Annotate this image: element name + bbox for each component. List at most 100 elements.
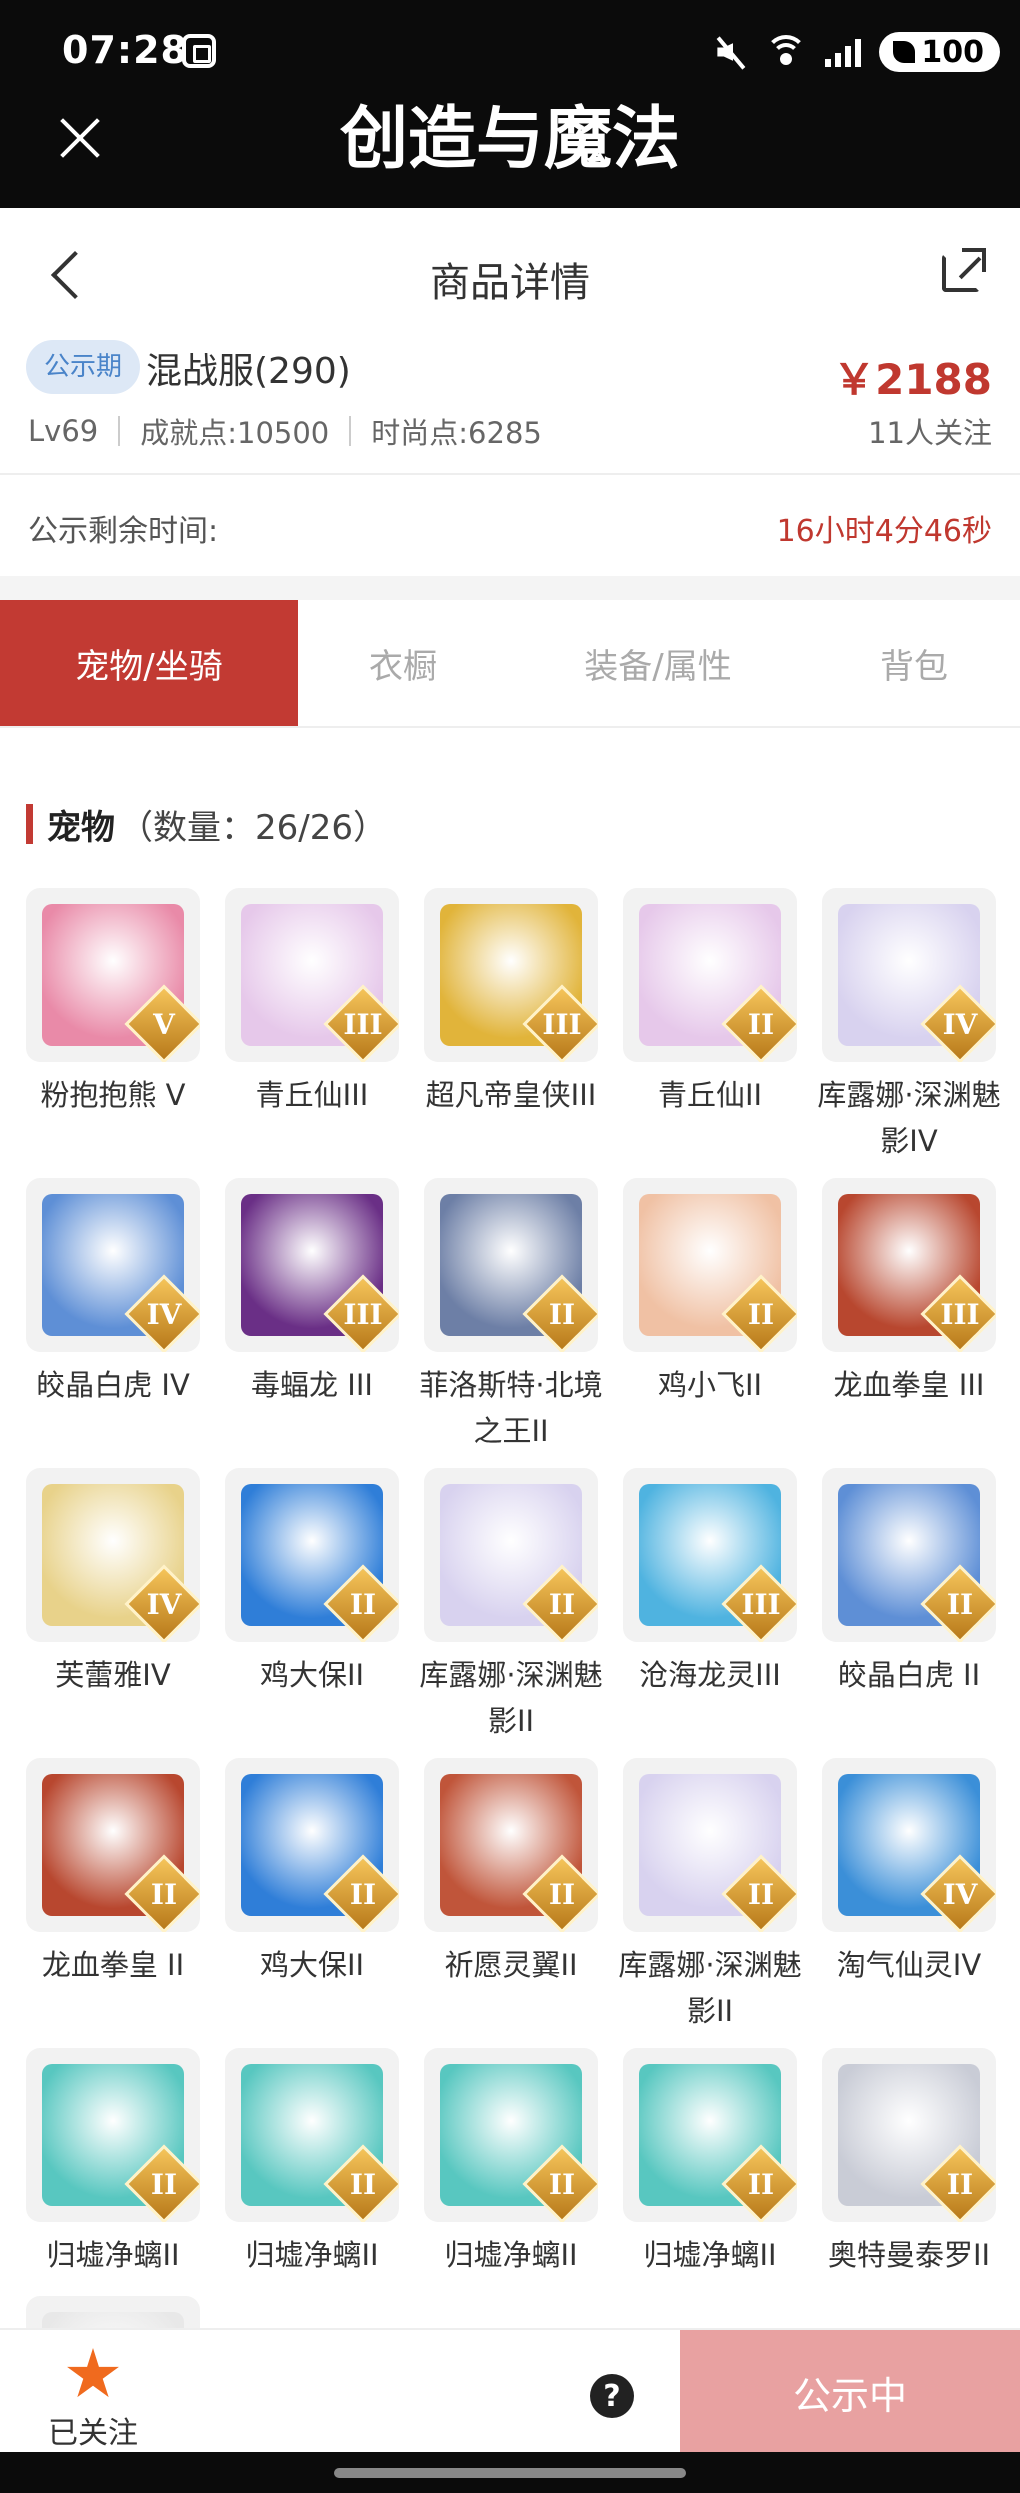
tab-equipment[interactable]: 装备/属性 [508,600,808,726]
pet-name: 库露娜·深渊魅影IV [817,1078,1001,1158]
rank-numeral: II [747,1007,775,1041]
pet-name: 奥特曼泰罗II [827,2238,991,2272]
system-nav-bar [0,2452,1020,2493]
pet-thumbnail: II [623,2048,797,2222]
pet-thumbnail: II [225,1468,399,1642]
pet-name: 祈愿灵翼II [444,1948,578,1982]
pet-name: 芙蕾雅IV [55,1658,171,1692]
remaining-time-value: 16小时4分46秒 [776,514,992,549]
pet-name: 库露娜·深渊魅影II [618,1948,802,2028]
app-title: 创造与魔法 [339,100,680,179]
pet-name: 归墟净螭II [46,2238,180,2272]
level: Lv69 [28,414,99,448]
share-icon[interactable] [942,248,986,292]
pet-thumbnail: II [424,1468,598,1642]
rank-numeral: III [343,1297,383,1331]
rank-numeral: IV [942,1877,978,1911]
pet-thumbnail: IV [26,1468,200,1642]
pet-thumbnail: IV [822,1758,996,1932]
rank-numeral: II [946,1587,974,1621]
pet-name: 鸡大保II [259,1658,365,1692]
pet-thumbnail: II [424,1758,598,1932]
pet-thumbnail: II [26,1758,200,1932]
section-count: （数量：26/26） [119,807,387,848]
pet-name: 鸡大保II [259,1948,365,1982]
rank-numeral: II [349,1587,377,1621]
pet-thumbnail: II [822,1468,996,1642]
divider [118,416,121,446]
screenshot-icon [182,34,216,68]
pet-name: 淘气仙灵IV [836,1948,982,1982]
home-indicator[interactable] [334,2468,686,2478]
pet-thumbnail: II [424,2048,598,2222]
bottom-bar: 已关注 ? 公示中 [0,2328,1020,2454]
pet-name: 皎晶白虎 II [837,1658,981,1692]
remaining-time-label: 公示剩余时间: [28,514,219,549]
rank-numeral: IV [146,1587,182,1621]
announce-button[interactable]: 公示中 [680,2330,1020,2454]
pet-thumbnail: II [225,2048,399,2222]
battery-indicator: 100 [879,32,1000,72]
pet-name: 菲洛斯特·北境之王II [419,1368,603,1448]
page-header: 商品详情 [0,208,1020,338]
rank-numeral: III [343,1007,383,1041]
pet-thumbnail: V [26,888,200,1062]
section-gap [0,576,1020,600]
pet-thumbnail: II [822,2048,996,2222]
pet-name: 皎晶白虎 IV [36,1368,190,1402]
pet-name: 库露娜·深渊魅影II [419,1658,603,1738]
rank-numeral: II [747,2167,775,2201]
help-icon[interactable]: ? [590,2374,634,2418]
rank-numeral: II [548,1587,576,1621]
pet-name: 归墟净螭II [444,2238,578,2272]
rank-numeral: IV [146,1297,182,1331]
pet-thumbnail: IV [822,888,996,1062]
tab-pets-mounts[interactable]: 宠物/坐骑 [0,600,298,726]
status-indicators: 100 [713,30,1000,74]
pet-thumbnail: III [225,888,399,1062]
followed-label[interactable]: 已关注 [48,2408,138,2452]
tab-wardrobe[interactable]: 衣橱 [298,600,508,726]
pet-thumbnail: II [623,1178,797,1352]
battery-level: 100 [921,34,984,70]
rank-numeral: III [542,1007,582,1041]
pet-name: 粉抱抱熊 V [40,1078,186,1112]
pet-name: 沧海龙灵III [639,1658,781,1692]
star-icon[interactable] [67,2348,119,2398]
rank-numeral: II [946,2167,974,2201]
tab-backpack[interactable]: 背包 [808,600,1020,726]
top-bar: 07:28 100 创造与魔法 [0,0,1020,208]
pet-name: 青丘仙II [657,1078,763,1112]
server-name: 混战服(290) [146,351,351,392]
rank-numeral: II [548,1297,576,1331]
rank-numeral: II [548,1877,576,1911]
rank-numeral: II [349,2167,377,2201]
rank-numeral: III [741,1587,781,1621]
pet-thumbnail: II [26,2048,200,2222]
pet-name: 龙血拳皇 II [41,1948,185,1982]
pet-thumbnail: II [623,1758,797,1932]
remaining-time-row: 公示剩余时间: 16小时4分46秒 [0,476,1020,576]
status-time: 07:28 [62,28,188,72]
signal-icon [825,37,862,67]
battery-saver-icon [893,41,916,63]
rank-numeral: II [747,1297,775,1331]
section-marker [26,804,33,844]
pet-name: 超凡帝皇侠III [425,1078,597,1112]
rank-numeral: II [349,1877,377,1911]
pet-thumbnail: II [424,1178,598,1352]
mute-icon [713,35,747,69]
wifi-icon [765,35,808,69]
pet-thumbnail: III [225,1178,399,1352]
rank-numeral: II [150,2167,178,2201]
section-title: 宠物 （数量：26/26） [26,800,387,848]
price: ￥2188 [833,355,992,404]
pet-thumbnail: III [623,1468,797,1642]
pet-thumbnail: III [822,1178,996,1352]
tab-bar: 宠物/坐骑 衣橱 装备/属性 背包 [0,600,1020,728]
pet-name: 归墟净螭II [643,2238,777,2272]
pet-name: 归墟净螭II [245,2238,379,2272]
divider [0,473,1020,475]
pet-name: 龙血拳皇 III [833,1368,985,1402]
pet-thumbnail: II [225,1758,399,1932]
